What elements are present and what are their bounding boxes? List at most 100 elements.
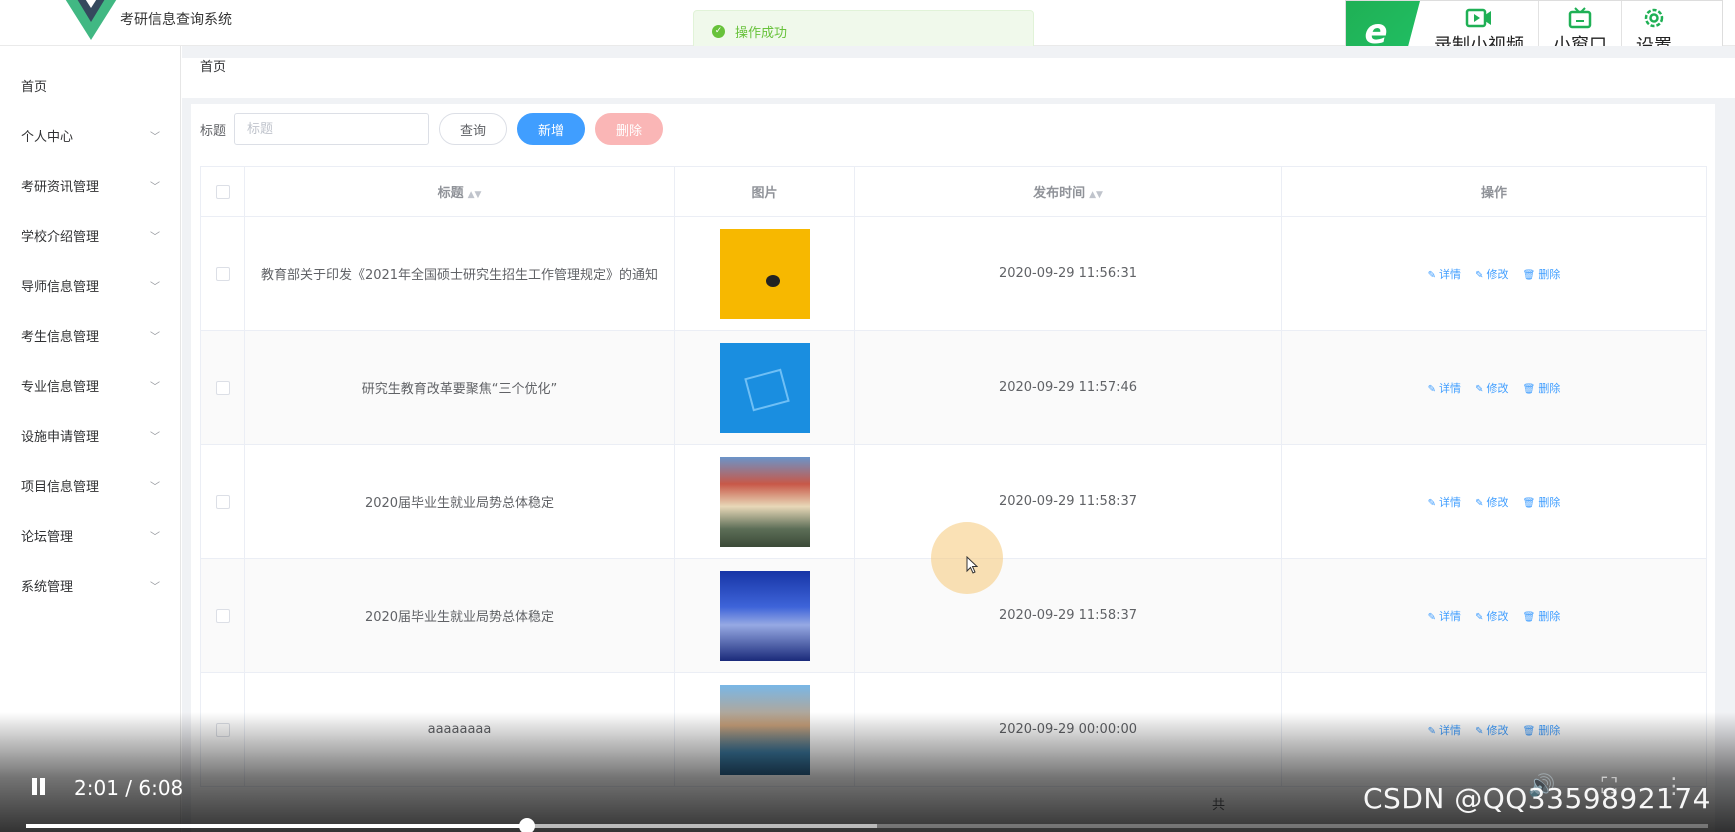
gear-icon bbox=[1644, 8, 1664, 28]
table-row: 教育部关于印发《2021年全国硕士研究生招生工作管理规定》的通知 2020-09… bbox=[200, 216, 1707, 331]
row-checkbox[interactable] bbox=[215, 608, 230, 623]
chevron-down-icon: ﹀ bbox=[150, 182, 160, 193]
row-checkbox[interactable] bbox=[215, 380, 230, 395]
row-actions: ✎详情 ✎修改 🗑删除 bbox=[1281, 330, 1707, 445]
chevron-down-icon: ﹀ bbox=[150, 432, 160, 443]
edit-button[interactable]: ✎修改 bbox=[1475, 496, 1508, 509]
chevron-down-icon: ﹀ bbox=[150, 532, 160, 543]
delete-button[interactable]: 🗑删除 bbox=[1523, 496, 1561, 509]
pause-icon[interactable] bbox=[30, 776, 48, 798]
row-time: 2020-09-29 11:56:31 bbox=[854, 216, 1282, 331]
row-actions: ✎详情 ✎修改 🗑删除 bbox=[1281, 558, 1707, 673]
row-select-cell bbox=[200, 558, 245, 673]
edit-button[interactable]: ✎修改 bbox=[1475, 610, 1508, 623]
select-all-checkbox[interactable] bbox=[215, 184, 230, 199]
column-header-title[interactable]: 标题 ▲▼ bbox=[244, 166, 675, 217]
sidebar-item-forum[interactable]: 论坛管理 ﹀ bbox=[0, 513, 180, 563]
news-thumbnail[interactable] bbox=[719, 228, 810, 319]
sidebar-item-major-info[interactable]: 专业信息管理 ﹀ bbox=[0, 363, 180, 413]
edit-button[interactable]: ✎修改 bbox=[1475, 268, 1508, 281]
batch-delete-button[interactable]: 删除 bbox=[595, 113, 664, 145]
edit-pen-icon: ✎ bbox=[1475, 611, 1484, 623]
trash-icon: 🗑 bbox=[1522, 497, 1536, 509]
sidebar-item-label: 首页 bbox=[21, 80, 48, 95]
delete-label: 删除 bbox=[1538, 381, 1561, 395]
row-time: 2020-09-29 11:58:37 bbox=[854, 558, 1282, 673]
news-thumbnail[interactable] bbox=[719, 456, 810, 547]
edit-label: 修改 bbox=[1486, 267, 1509, 281]
sidebar-item-home[interactable]: 首页 bbox=[0, 63, 180, 113]
csdn-watermark: CSDN @QQ3359892174 bbox=[1363, 782, 1711, 815]
edit-label: 修改 bbox=[1486, 495, 1509, 509]
edit-label: 修改 bbox=[1486, 609, 1509, 623]
check-circle-icon: ✓ bbox=[712, 24, 725, 38]
trash-icon: 🗑 bbox=[1522, 383, 1536, 395]
row-image-cell bbox=[674, 558, 855, 673]
sidebar-item-tutor-info[interactable]: 导师信息管理 ﹀ bbox=[0, 263, 180, 313]
detail-button[interactable]: ✎详情 bbox=[1428, 382, 1461, 395]
trash-icon: 🗑 bbox=[1522, 611, 1536, 623]
detail-button[interactable]: ✎详情 bbox=[1428, 496, 1461, 509]
search-form: 标题 查询 新增 删除 bbox=[200, 113, 664, 145]
sidebar-item-project-info[interactable]: 项目信息管理 ﹀ bbox=[0, 463, 180, 513]
toast-message: 操作成功 bbox=[735, 25, 788, 41]
row-title: 研究生教育改革要聚焦“三个优化” bbox=[244, 330, 675, 445]
delete-button[interactable]: 🗑删除 bbox=[1523, 382, 1561, 395]
row-select-cell bbox=[200, 444, 245, 559]
row-checkbox[interactable] bbox=[215, 266, 230, 281]
chevron-down-icon: ﹀ bbox=[150, 332, 160, 343]
edit-pen-icon: ✎ bbox=[1427, 383, 1436, 395]
breadcrumb-home[interactable]: 首页 bbox=[200, 60, 226, 75]
sidebar-item-label: 专业信息管理 bbox=[21, 380, 100, 395]
trash-icon: 🗑 bbox=[1522, 269, 1536, 281]
delete-button[interactable]: 🗑删除 bbox=[1523, 610, 1561, 623]
sort-icon[interactable]: ▲▼ bbox=[468, 190, 482, 200]
detail-label: 详情 bbox=[1439, 609, 1461, 623]
title-search-input[interactable] bbox=[234, 113, 430, 145]
mouse-cursor-icon bbox=[966, 556, 978, 574]
query-button[interactable]: 查询 bbox=[439, 113, 508, 145]
detail-label: 详情 bbox=[1439, 381, 1461, 395]
progress-handle[interactable] bbox=[519, 818, 536, 832]
edit-pen-icon: ✎ bbox=[1427, 497, 1436, 509]
news-thumbnail[interactable] bbox=[719, 570, 810, 661]
sidebar-item-system[interactable]: 系统管理 ﹀ bbox=[0, 563, 180, 613]
column-time-label: 发布时间 bbox=[1033, 186, 1086, 201]
sidebar-item-student-info[interactable]: 考生信息管理 ﹀ bbox=[0, 313, 180, 363]
row-image-cell bbox=[674, 216, 855, 331]
column-header-time[interactable]: 发布时间 ▲▼ bbox=[854, 166, 1282, 217]
detail-button[interactable]: ✎详情 bbox=[1428, 610, 1461, 623]
app-title: 考研信息查询系统 bbox=[120, 12, 232, 28]
edit-pen-icon: ✎ bbox=[1475, 383, 1484, 395]
sidebar-item-facility-apply[interactable]: 设施申请管理 ﹀ bbox=[0, 413, 180, 463]
add-button[interactable]: 新增 bbox=[517, 113, 586, 145]
sidebar-item-personal-center[interactable]: 个人中心 ﹀ bbox=[0, 113, 180, 163]
edit-button[interactable]: ✎修改 bbox=[1475, 382, 1508, 395]
edit-pen-icon: ✎ bbox=[1427, 269, 1436, 281]
delete-button[interactable]: 🗑删除 bbox=[1523, 268, 1561, 281]
row-actions: ✎详情 ✎修改 🗑删除 bbox=[1281, 216, 1707, 331]
column-header-ops: 操作 bbox=[1281, 166, 1707, 217]
news-thumbnail[interactable] bbox=[719, 342, 810, 433]
video-progress-bar[interactable] bbox=[26, 818, 1708, 832]
sidebar-item-label: 项目信息管理 bbox=[21, 480, 100, 495]
edit-label: 修改 bbox=[1486, 381, 1509, 395]
row-checkbox[interactable] bbox=[215, 494, 230, 509]
sidebar-item-exam-news[interactable]: 考研资讯管理 ﹀ bbox=[0, 163, 180, 213]
select-all-cell bbox=[200, 166, 245, 217]
detail-button[interactable]: ✎详情 bbox=[1428, 268, 1461, 281]
video-record-icon bbox=[1465, 8, 1491, 28]
app-window: 考研信息查询系统 ✓ 操作成功 e 录制小视频 小窗口 设置 首页 个人中心﹀ … bbox=[0, 0, 1735, 832]
sidebar-item-school-intro[interactable]: 学校介绍管理 ﹀ bbox=[0, 213, 180, 263]
row-title: 2020届毕业生就业局势总体稳定 bbox=[244, 558, 675, 673]
sort-icon[interactable]: ▲▼ bbox=[1089, 190, 1103, 200]
delete-label: 删除 bbox=[1538, 609, 1561, 623]
news-table: 标题 ▲▼ 图片 发布时间 ▲▼ 操作 教育部关于印发《2021年全国硕士研究生招生… bbox=[200, 166, 1707, 787]
table-header-row: 标题 ▲▼ 图片 发布时间 ▲▼ 操作 bbox=[200, 166, 1707, 217]
row-time: 2020-09-29 11:57:46 bbox=[854, 330, 1282, 445]
vue-logo-icon bbox=[65, 0, 117, 40]
chevron-down-icon: ﹀ bbox=[150, 282, 160, 293]
detail-label: 详情 bbox=[1439, 267, 1461, 281]
column-title-label: 标题 bbox=[437, 186, 464, 201]
progress-played bbox=[26, 824, 528, 828]
